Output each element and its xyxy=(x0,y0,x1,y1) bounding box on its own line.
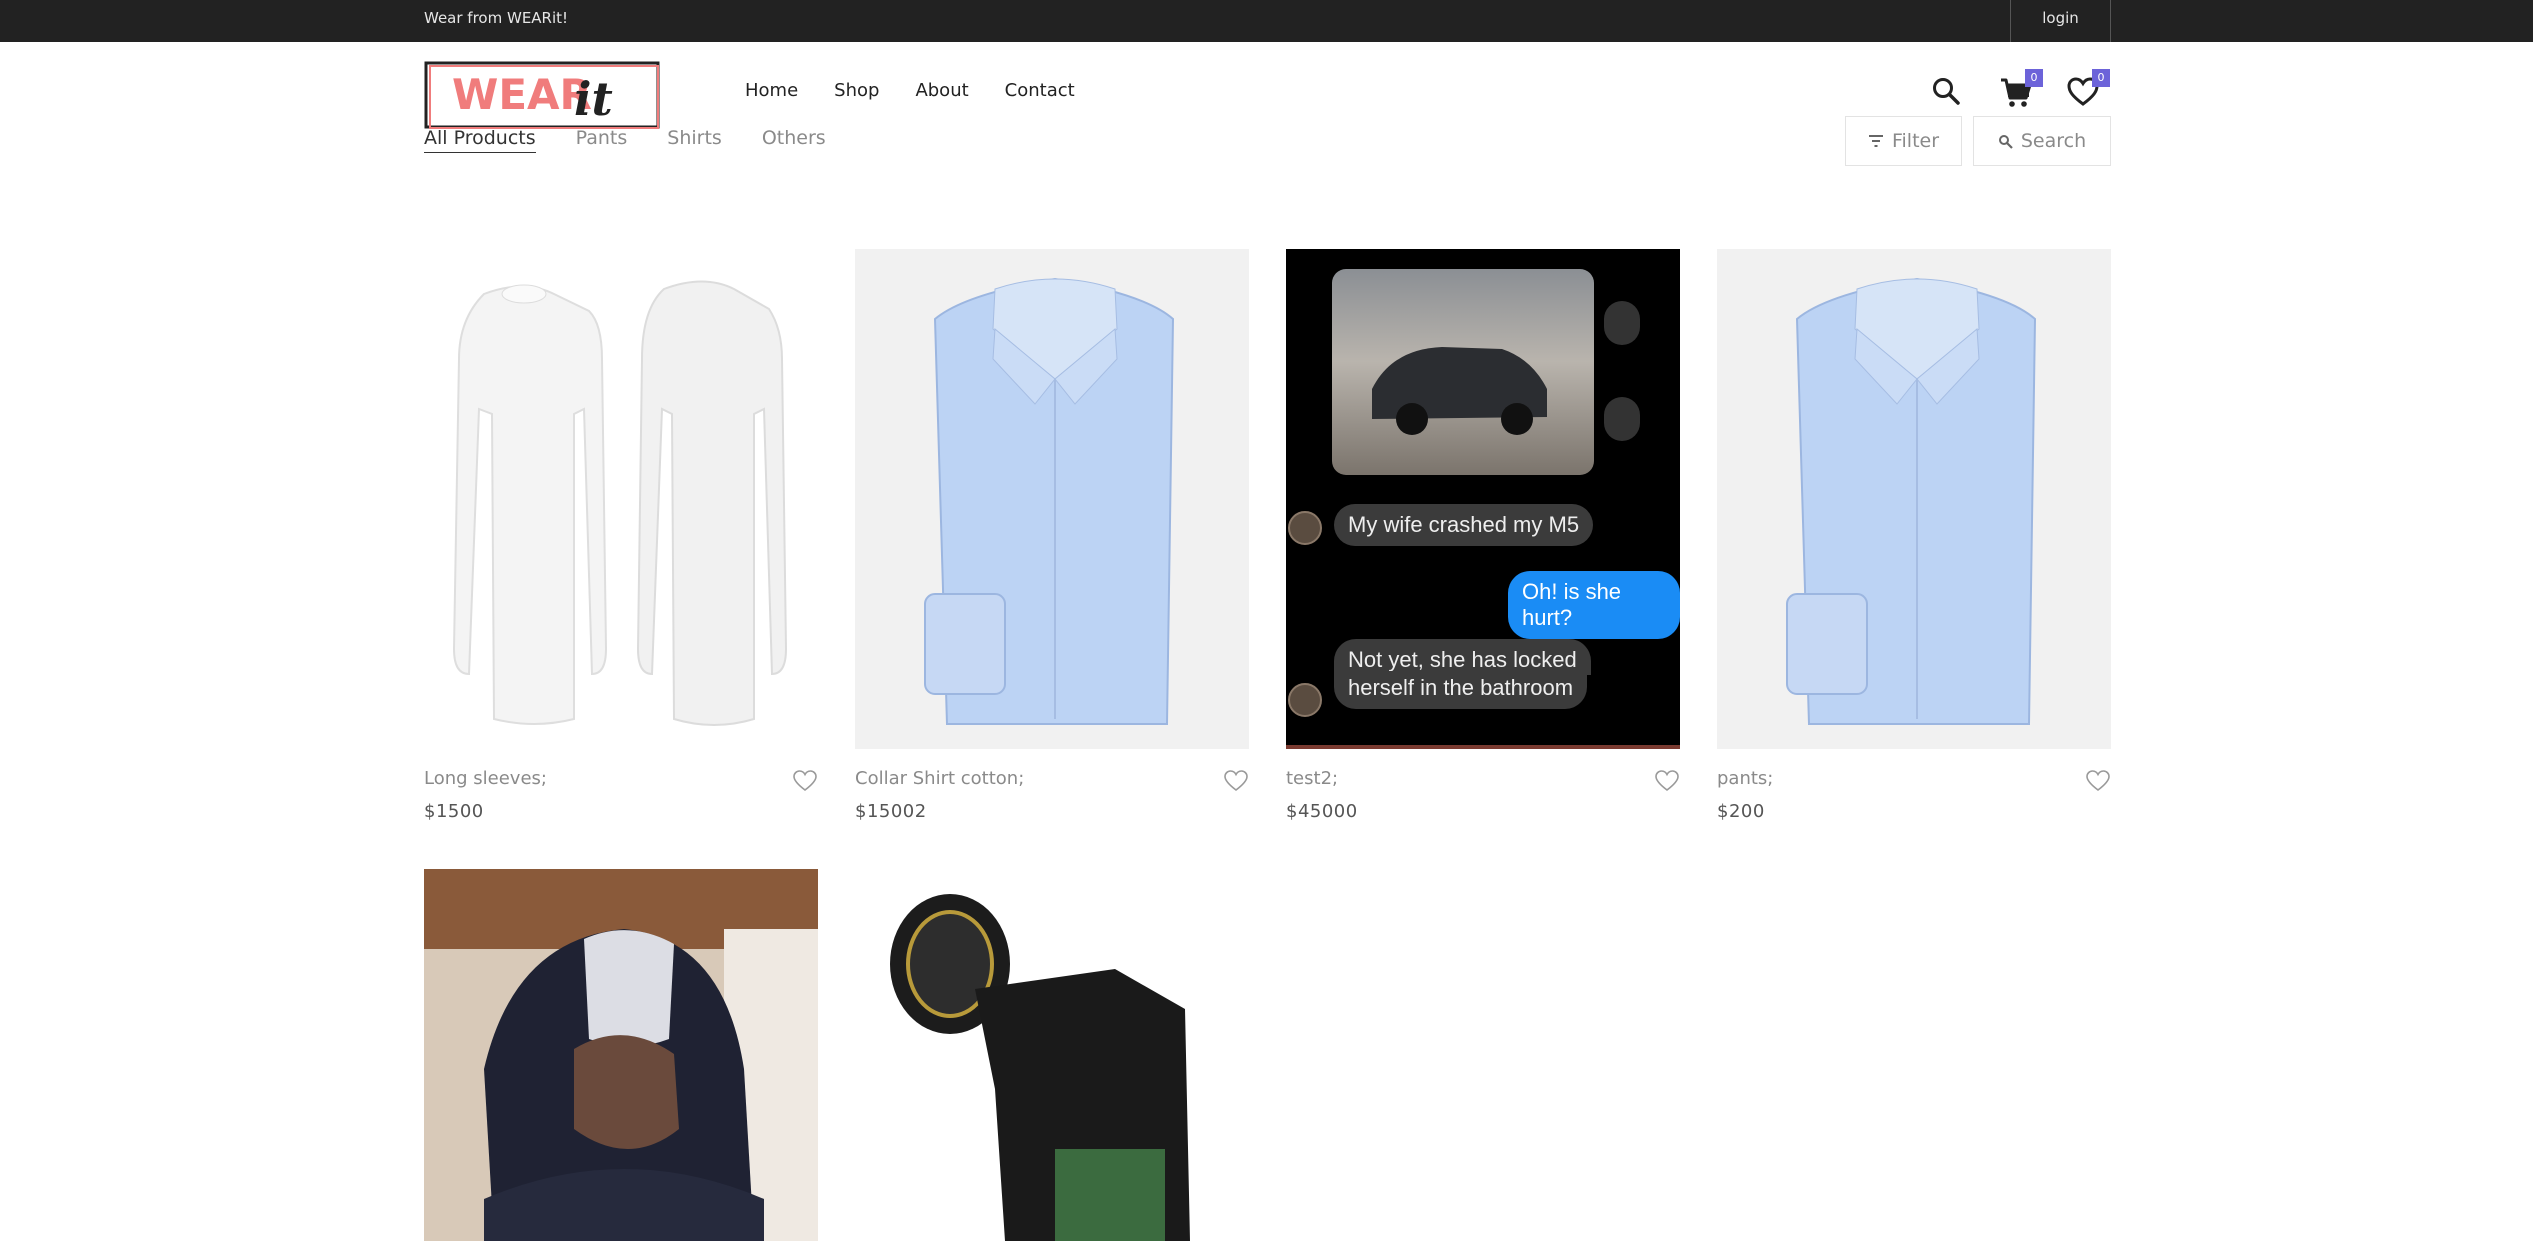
product-card[interactable]: Long sleeves; $1500 xyxy=(424,249,818,822)
avatar xyxy=(1288,511,1322,545)
nav-contact[interactable]: Contact xyxy=(1005,80,1075,101)
wishlist-heart-icon[interactable] xyxy=(1654,769,1680,793)
product-price: $15002 xyxy=(855,801,927,822)
product-card[interactable]: My wife crashed my M5 Oh! is she hurt? N… xyxy=(1286,249,1680,822)
category-tabs: All Products Pants Shirts Others xyxy=(424,127,866,153)
search-label: Search xyxy=(2020,130,2087,152)
logo-script: it xyxy=(574,72,613,126)
product-image-chat[interactable]: My wife crashed my M5 Oh! is she hurt? N… xyxy=(1286,249,1680,749)
share-icon xyxy=(1604,301,1640,345)
product-price: $1500 xyxy=(424,801,484,822)
tab-shirts[interactable]: Shirts xyxy=(667,127,722,153)
product-price: $200 xyxy=(1717,801,1765,822)
chat-message: My wife crashed my M5 xyxy=(1334,504,1594,546)
wishlist-heart-icon[interactable] xyxy=(792,769,818,793)
car-photo xyxy=(1332,269,1594,475)
search-button[interactable]: Search xyxy=(1973,116,2111,166)
product-image-camera[interactable] xyxy=(855,869,1249,1241)
logo-word: WEAR xyxy=(452,70,592,119)
greeting-text: Wear from WEARit! xyxy=(424,9,569,27)
chat-message: herself in the bathroom xyxy=(1334,671,1588,709)
nav-about[interactable]: About xyxy=(915,80,968,101)
tab-others[interactable]: Others xyxy=(762,127,826,153)
product-image-pants[interactable] xyxy=(1717,249,2111,749)
product-name[interactable]: test2; xyxy=(1286,768,1338,789)
product-card[interactable]: pants; $200 xyxy=(1717,249,2111,822)
search-small-icon xyxy=(1998,134,2013,149)
filter-button[interactable]: Filter xyxy=(1845,116,1962,166)
product-card[interactable]: Collar Shirt cotton; $15002 xyxy=(855,249,1249,822)
nav-shop[interactable]: Shop xyxy=(834,80,879,101)
product-name[interactable]: Collar Shirt cotton; xyxy=(855,768,1024,789)
product-card[interactable] xyxy=(424,869,818,1241)
top-bar: Wear from WEARit! login xyxy=(0,0,2533,42)
brand-logo[interactable]: WEAR it xyxy=(424,61,660,129)
product-name[interactable]: Long sleeves; xyxy=(424,768,547,789)
tab-all-products[interactable]: All Products xyxy=(424,127,536,153)
cart-count-badge: 0 xyxy=(2025,69,2043,87)
login-link[interactable]: login xyxy=(2010,0,2111,42)
filter-label: Filter xyxy=(1891,130,1940,152)
filter-icon xyxy=(1868,135,1883,147)
wishlist-heart-icon[interactable] xyxy=(2085,769,2111,793)
wishlist-heart-icon[interactable] xyxy=(1223,769,1249,793)
product-price: $45000 xyxy=(1286,801,1358,822)
chat-message: Oh! is she hurt? xyxy=(1508,571,1680,639)
tab-pants[interactable]: Pants xyxy=(576,127,628,153)
search-icon[interactable] xyxy=(1930,75,1966,111)
product-image-collar-shirt[interactable] xyxy=(855,249,1249,749)
chat-message: Not yet, she has locked xyxy=(1334,639,1591,675)
wishlist-count-badge: 0 xyxy=(2092,69,2110,87)
product-name[interactable]: pants; xyxy=(1717,768,1773,789)
nav-home[interactable]: Home xyxy=(745,80,798,101)
product-card[interactable] xyxy=(855,869,1249,1241)
product-image-hoodie[interactable] xyxy=(424,869,818,1241)
main-nav: Home Shop About Contact xyxy=(745,80,1111,101)
product-image-long-sleeves[interactable] xyxy=(424,249,818,749)
pencil-icon xyxy=(1604,397,1640,441)
avatar xyxy=(1288,683,1322,717)
